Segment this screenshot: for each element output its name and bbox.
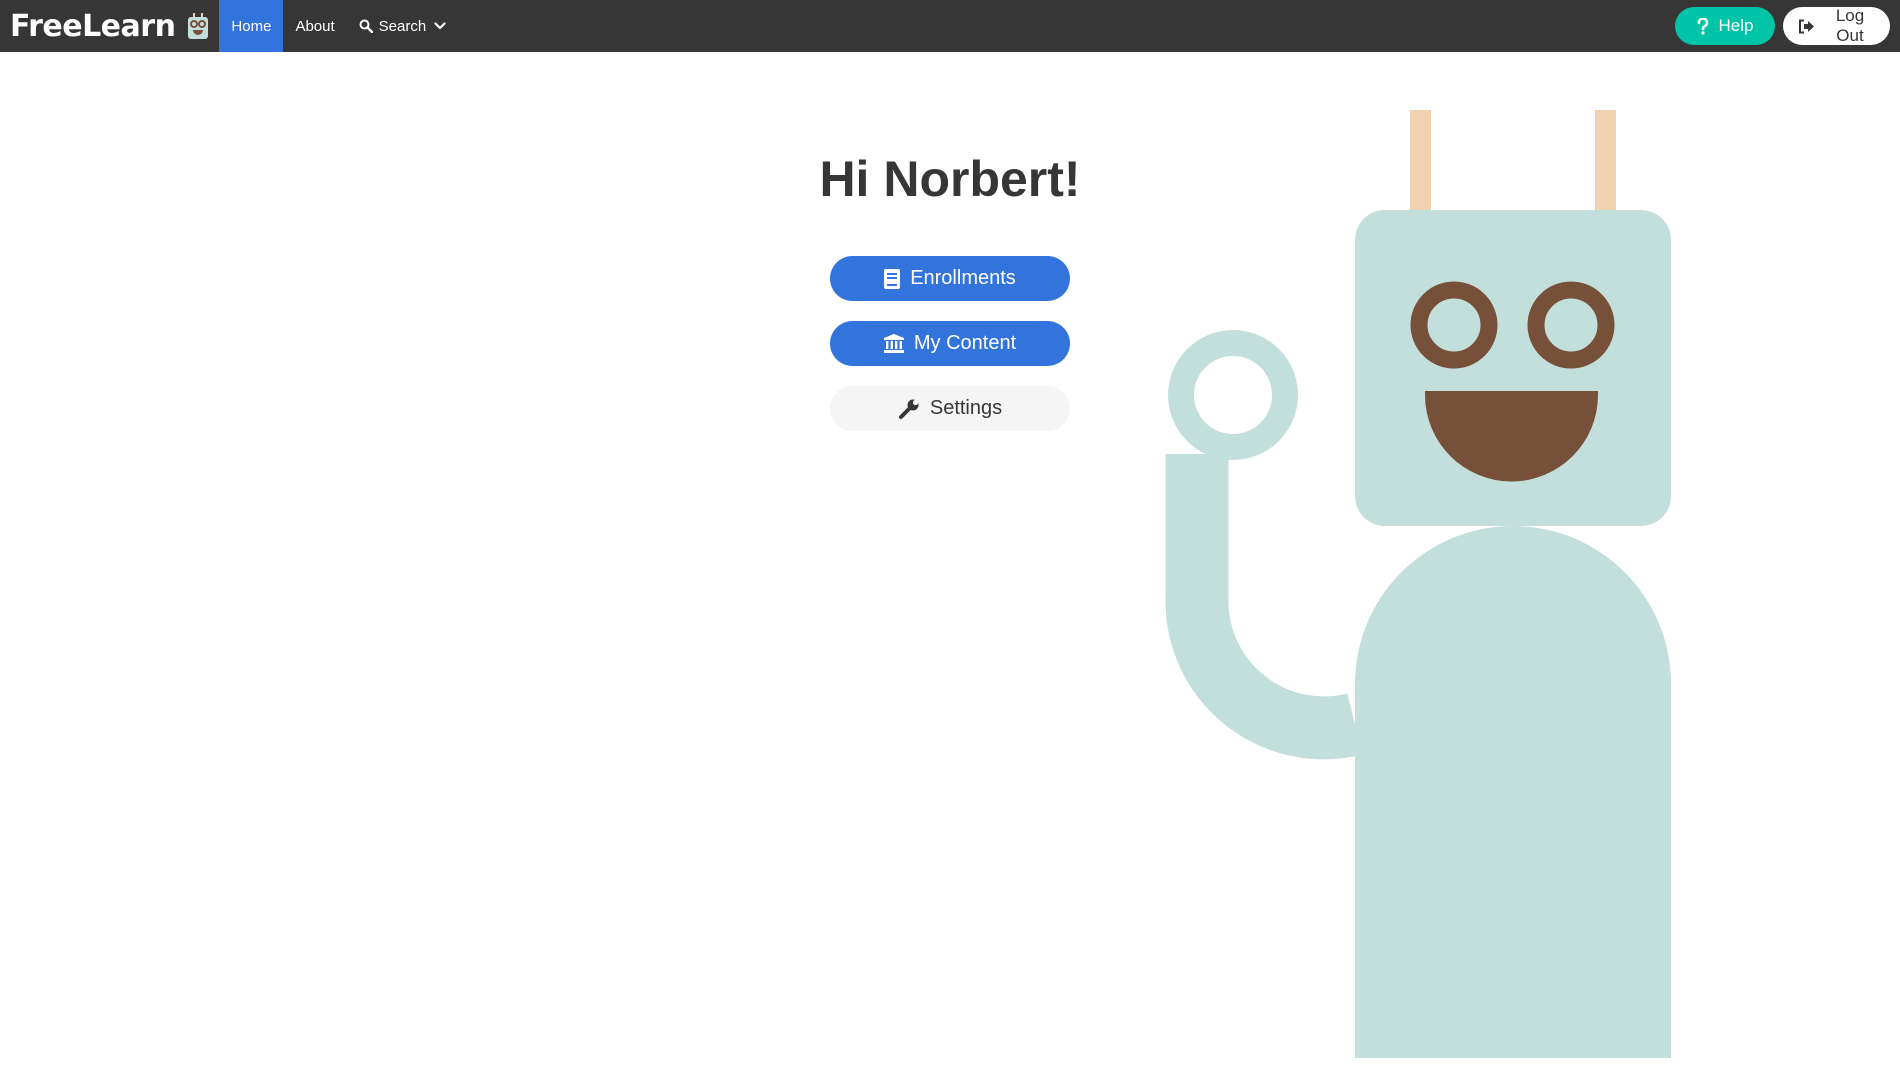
- nav-home[interactable]: Home: [219, 0, 284, 52]
- robot-logo-icon: [187, 11, 209, 41]
- help-label: Help: [1718, 16, 1754, 35]
- nav-about-label: About: [295, 17, 335, 35]
- question-icon: [1697, 17, 1709, 35]
- brand-link[interactable]: FreeLearn: [0, 0, 219, 52]
- nav-search-label: Search: [378, 17, 427, 35]
- help-button[interactable]: Help: [1675, 7, 1775, 45]
- page-greeting: Hi Norbert!: [819, 151, 1081, 207]
- settings-label: Settings: [929, 397, 1003, 419]
- sign-out-icon: [1798, 19, 1815, 34]
- book-icon: [884, 268, 901, 289]
- chevron-down-icon: [434, 21, 446, 31]
- brand-name: FreeLearn: [10, 8, 176, 44]
- nav-about[interactable]: About: [283, 0, 346, 52]
- logout-label: Log Out: [1835, 6, 1865, 45]
- robot-illustration: [1160, 100, 1680, 1065]
- my-content-button[interactable]: My Content: [830, 321, 1070, 366]
- top-navbar: FreeLearn Home About Search Help Log Out: [0, 0, 1900, 52]
- nav-search-dropdown[interactable]: Search: [347, 0, 459, 52]
- my-content-label: My Content: [913, 332, 1017, 354]
- nav-home-label: Home: [231, 17, 272, 35]
- enrollments-button[interactable]: Enrollments: [830, 256, 1070, 301]
- enrollments-label: Enrollments: [910, 267, 1016, 289]
- wrench-icon: [898, 398, 920, 420]
- search-icon: [359, 19, 373, 33]
- university-icon: [883, 334, 904, 353]
- settings-button[interactable]: Settings: [830, 386, 1070, 431]
- navbar-end: Help Log Out: [1675, 0, 1900, 52]
- logout-button[interactable]: Log Out: [1783, 6, 1890, 45]
